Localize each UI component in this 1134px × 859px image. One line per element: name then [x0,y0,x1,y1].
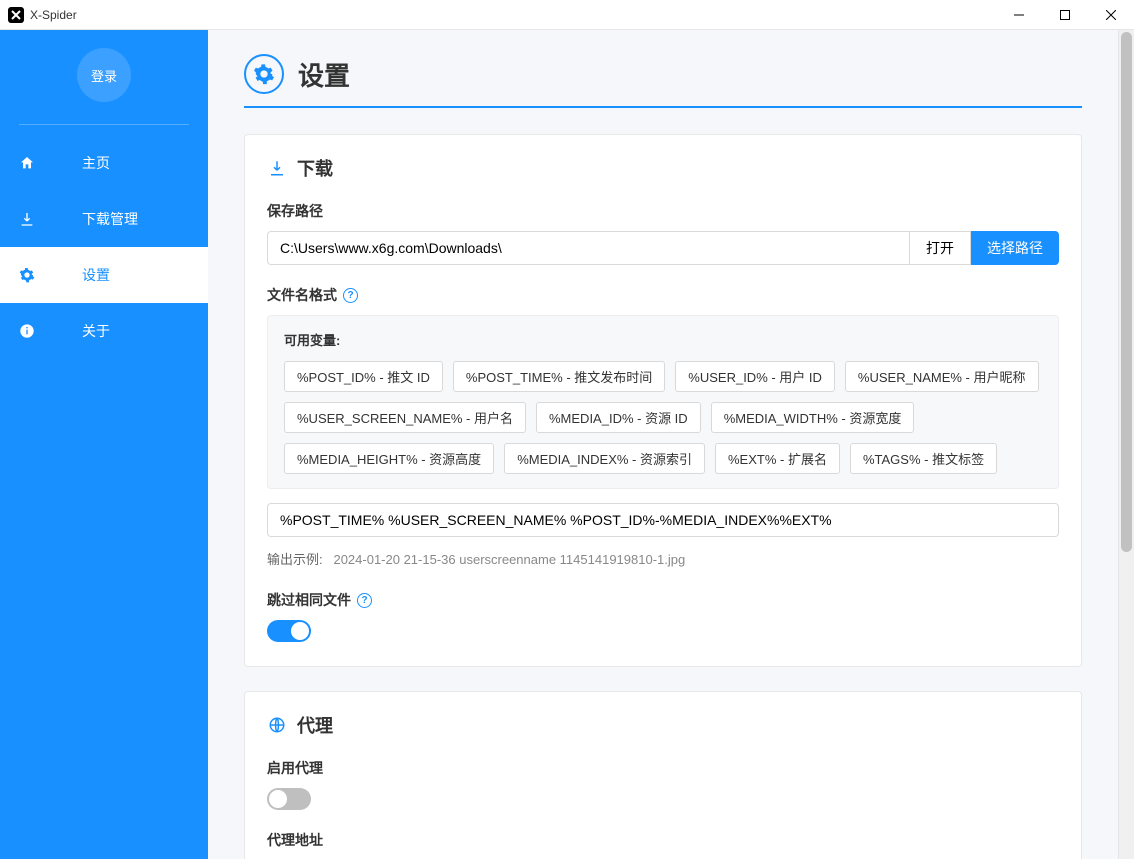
globe-icon [267,715,287,735]
variable-tag[interactable]: %POST_TIME% - 推文发布时间 [453,361,665,392]
sidebar-item-label: 设置 [82,265,110,285]
variable-tag[interactable]: %TAGS% - 推文标签 [850,443,997,474]
variable-tag[interactable]: %POST_ID% - 推文 ID [284,361,443,392]
sidebar-item-label: 关于 [82,321,110,341]
main-content: 设置 下载 保存路径 打开 选择路径 文件名格式 [208,30,1118,859]
enable-proxy-label: 启用代理 [267,758,1059,778]
variables-box: 可用变量: %POST_ID% - 推文 ID %POST_TIME% - 推文发… [267,315,1059,489]
variable-tag[interactable]: %MEDIA_ID% - 资源 ID [536,402,701,433]
sidebar-item-label: 下载管理 [82,209,138,229]
enable-proxy-toggle[interactable] [267,788,311,810]
variable-tag[interactable]: %MEDIA_HEIGHT% - 资源高度 [284,443,494,474]
open-folder-button[interactable]: 打开 [910,231,971,265]
filename-format-input[interactable] [267,503,1059,537]
scrollbar-thumb[interactable] [1121,32,1132,552]
window-title: X-Spider [30,8,996,22]
maximize-button[interactable] [1042,0,1088,29]
variable-tags: %POST_ID% - 推文 ID %POST_TIME% - 推文发布时间 %US… [284,361,1042,474]
variable-tag[interactable]: %USER_ID% - 用户 ID [675,361,835,392]
download-icon [18,210,36,228]
variable-tag[interactable]: %MEDIA_WIDTH% - 资源宽度 [711,402,915,433]
variable-tag[interactable]: %EXT% - 扩展名 [715,443,840,474]
sidebar-item-label: 主页 [82,153,110,173]
page-title: 设置 [298,56,350,93]
sidebar: 登录 主页 下载管理 设置 关于 [0,30,208,859]
card-title: 代理 [297,712,333,738]
output-example: 输出示例: 2024-01-20 21-15-36 userscreenname… [267,549,1059,568]
close-button[interactable] [1088,0,1134,29]
home-icon [18,154,36,172]
gear-icon [18,266,36,284]
variable-tag[interactable]: %MEDIA_INDEX% - 资源索引 [504,443,705,474]
minimize-button[interactable] [996,0,1042,29]
help-icon[interactable]: ? [357,593,372,608]
skip-same-label: 跳过相同文件 ? [267,590,1059,610]
output-example-value: 2024-01-20 21-15-36 userscreenname 11451… [333,552,685,567]
gear-icon [244,54,284,94]
card-header: 下载 [267,155,1059,181]
filename-format-label: 文件名格式 ? [267,285,1059,305]
variables-title: 可用变量: [284,330,1042,349]
sidebar-item-settings[interactable]: 设置 [0,247,208,303]
help-icon[interactable]: ? [343,288,358,303]
proxy-address-label: 代理地址 [267,830,1059,850]
login-button[interactable]: 登录 [77,48,131,102]
variable-tag[interactable]: %USER_NAME% - 用户昵称 [845,361,1039,392]
download-section: 下载 保存路径 打开 选择路径 文件名格式 ? 可用变量: %POST_ID% … [244,134,1082,667]
save-path-label: 保存路径 [267,201,1059,221]
info-icon [18,322,36,340]
proxy-section: 代理 启用代理 代理地址 [244,691,1082,859]
app-icon [8,7,24,23]
download-icon [267,158,287,178]
variable-tag[interactable]: %USER_SCREEN_NAME% - 用户名 [284,402,526,433]
card-title: 下载 [297,155,333,181]
sidebar-divider [19,124,189,125]
sidebar-item-downloads[interactable]: 下载管理 [0,191,208,247]
sidebar-item-home[interactable]: 主页 [0,135,208,191]
skip-same-toggle[interactable] [267,620,311,642]
save-path-row: 打开 选择路径 [267,231,1059,265]
card-header: 代理 [267,712,1059,738]
output-example-label: 输出示例: [267,552,323,567]
select-path-button[interactable]: 选择路径 [971,231,1059,265]
window-controls [996,0,1134,29]
page-underline [244,106,1082,108]
titlebar: X-Spider [0,0,1134,30]
scrollbar-track[interactable] [1118,30,1134,859]
save-path-input[interactable] [267,231,910,265]
page-header: 设置 [244,54,1082,94]
sidebar-item-about[interactable]: 关于 [0,303,208,359]
